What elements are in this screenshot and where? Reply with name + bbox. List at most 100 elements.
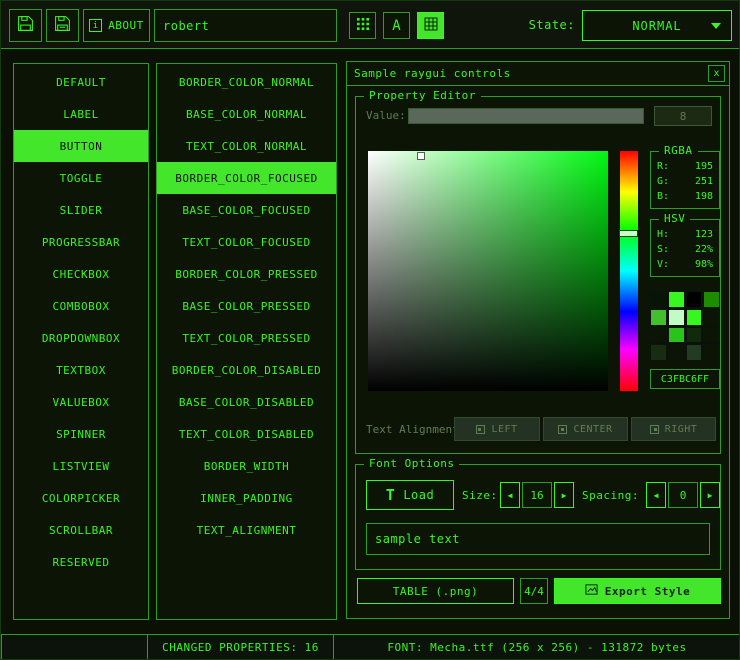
grid-view-button[interactable] (349, 12, 376, 39)
style-name-input[interactable] (154, 9, 337, 42)
control-list-item[interactable]: RESERVED (14, 546, 148, 578)
control-list-item[interactable]: LABEL (14, 98, 148, 130)
property-list-item[interactable]: BASE_COLOR_FOCUSED (157, 194, 336, 226)
color-swatch[interactable] (668, 291, 685, 308)
state-value: NORMAL (632, 19, 681, 33)
status-segment-empty (1, 634, 148, 660)
chevron-down-icon (711, 23, 721, 29)
control-list-item[interactable]: DROPDOWNBOX (14, 322, 148, 354)
properties-list: BORDER_COLOR_NORMALBASE_COLOR_NORMALTEXT… (156, 63, 337, 620)
control-list-item[interactable]: VALUEBOX (14, 386, 148, 418)
control-list-item[interactable]: COMBOBOX (14, 290, 148, 322)
export-style-button[interactable]: Export Style (554, 578, 721, 604)
value-slider (408, 108, 644, 124)
window-title: Sample raygui controls (354, 67, 511, 80)
rgba-blue: B: 198 (651, 189, 719, 204)
state-dropdown[interactable]: NORMAL (582, 10, 732, 41)
control-list-item[interactable]: LISTVIEW (14, 450, 148, 482)
text-alignment-label: Text Alignment: (366, 423, 465, 436)
color-swatch[interactable] (668, 344, 685, 361)
size-increase-button[interactable]: ▶ (554, 482, 574, 508)
info-icon: i (89, 19, 102, 32)
sample-text-input[interactable] (366, 523, 710, 555)
property-list-item[interactable]: TEXT_ALIGNMENT (157, 514, 336, 546)
color-swatch[interactable] (650, 309, 667, 326)
control-list-item[interactable]: TOGGLE (14, 162, 148, 194)
control-list-item[interactable]: CHECKBOX (14, 258, 148, 290)
control-list-item[interactable]: TEXTBOX (14, 354, 148, 386)
property-list-item[interactable]: BORDER_WIDTH (157, 450, 336, 482)
close-button[interactable]: x (708, 65, 725, 82)
hsv-saturation: S: 22% (651, 242, 719, 257)
color-swatch[interactable] (686, 291, 703, 308)
control-list-item[interactable]: PROGRESSBAR (14, 226, 148, 258)
property-list-item[interactable]: BASE_COLOR_PRESSED (157, 290, 336, 322)
control-list-item[interactable]: DEFAULT (14, 66, 148, 98)
style-color-grid (650, 291, 720, 361)
property-list-item[interactable]: TEXT_COLOR_DISABLED (157, 418, 336, 450)
color-swatch[interactable] (686, 309, 703, 326)
color-swatch[interactable] (703, 344, 720, 361)
rgba-red: R: 195 (651, 159, 719, 174)
save-style-button[interactable] (46, 9, 79, 42)
property-list-item[interactable]: BASE_COLOR_DISABLED (157, 386, 336, 418)
left-arrow-icon: ◀ (508, 491, 513, 500)
property-list-item[interactable]: BASE_COLOR_NORMAL (157, 98, 336, 130)
load-style-button[interactable] (9, 9, 42, 42)
color-picker-cursor[interactable] (418, 153, 424, 159)
floppy-disk-icon (17, 15, 34, 36)
hue-slider[interactable] (620, 151, 638, 391)
color-swatch[interactable] (668, 327, 685, 344)
property-list-item[interactable]: BORDER_COLOR_DISABLED (157, 354, 336, 386)
sample-controls-window: Sample raygui controls x Property Editor… (346, 61, 730, 619)
font-options-groupbox: Font Options T Load Size: ◀ 16 ▶ Spacing… (355, 464, 721, 570)
control-list-item[interactable]: SLIDER (14, 194, 148, 226)
size-value-box: 16 (522, 482, 552, 508)
property-list-item[interactable]: TEXT_COLOR_FOCUSED (157, 226, 336, 258)
font-atlas-button[interactable]: A (383, 12, 410, 39)
property-list-item[interactable]: INNER_PADDING (157, 482, 336, 514)
style-table-view-button[interactable] (417, 12, 444, 39)
align-right-icon (650, 425, 659, 434)
window-title-bar[interactable]: Sample raygui controls x (347, 62, 729, 86)
size-label: Size: (462, 489, 498, 502)
about-label: ABOUT (108, 19, 144, 32)
export-format-button[interactable]: TABLE (.png) (357, 578, 514, 604)
font-t-icon: T (386, 486, 396, 504)
color-swatch[interactable] (650, 327, 667, 344)
hex-color-input[interactable]: C3FBC6FF (650, 369, 720, 389)
hsv-title: HSV (659, 212, 690, 225)
color-swatch[interactable] (668, 309, 685, 326)
property-list-item[interactable]: BORDER_COLOR_FOCUSED (157, 162, 336, 194)
export-icon (585, 583, 598, 599)
hue-slider-handle[interactable] (619, 230, 638, 237)
spacing-increase-button[interactable]: ▶ (700, 482, 720, 508)
left-arrow-icon: ◀ (654, 491, 659, 500)
property-list-item[interactable]: TEXT_COLOR_NORMAL (157, 130, 336, 162)
control-list-item[interactable]: SPINNER (14, 418, 148, 450)
property-list-item[interactable]: BORDER_COLOR_PRESSED (157, 258, 336, 290)
color-swatch[interactable] (703, 291, 720, 308)
font-load-button[interactable]: T Load (366, 480, 454, 510)
color-swatch[interactable] (703, 309, 720, 326)
rguistyler-window: i ABOUT A State: NORMAL DEFAULTLABELBUTT… (0, 0, 740, 660)
font-a-label: A (392, 18, 400, 34)
hsv-groupbox: HSV H: 123 S: 22% V: 98% (650, 219, 720, 277)
color-swatch[interactable] (650, 291, 667, 308)
size-decrease-button[interactable]: ◀ (500, 482, 520, 508)
color-swatch[interactable] (703, 327, 720, 344)
about-button[interactable]: i ABOUT (83, 9, 150, 42)
rgba-title: RGBA (659, 144, 698, 157)
color-swatch[interactable] (650, 344, 667, 361)
color-swatch[interactable] (686, 344, 703, 361)
control-list-item[interactable]: BUTTON (14, 130, 148, 162)
hsv-hue: H: 123 (651, 227, 719, 242)
control-list-item[interactable]: SCROLLBAR (14, 514, 148, 546)
property-list-item[interactable]: TEXT_COLOR_PRESSED (157, 322, 336, 354)
property-list-item[interactable]: BORDER_COLOR_NORMAL (157, 66, 336, 98)
control-list-item[interactable]: COLORPICKER (14, 482, 148, 514)
status-font-info: FONT: Mecha.ttf (256 x 256) - 131872 byt… (333, 634, 740, 660)
spacing-decrease-button[interactable]: ◀ (646, 482, 666, 508)
color-picker-panel[interactable] (368, 151, 608, 391)
color-swatch[interactable] (686, 327, 703, 344)
